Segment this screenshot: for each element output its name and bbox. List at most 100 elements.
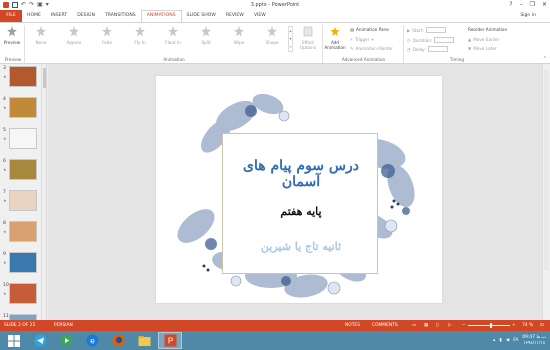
volume-icon[interactable]: ◀ — [506, 338, 509, 343]
effect-appear[interactable]: Appear — [63, 26, 85, 45]
language-indicator[interactable]: PERSIAN — [54, 323, 73, 328]
delay-spinner[interactable] — [427, 46, 448, 52]
slide-author[interactable]: ثانیه تاج یا شیرین — [223, 240, 379, 253]
start-field[interactable]: ▶ Start: — [407, 27, 446, 33]
zoom-slider-thumb[interactable] — [490, 323, 492, 328]
slide-thumbnail[interactable] — [9, 97, 37, 118]
customize-qat-icon[interactable]: ▾ — [46, 2, 49, 8]
slide-counter: SLIDE 2 OF 25 — [4, 323, 36, 328]
slide-thumbnail-number: 4 — [3, 97, 6, 102]
effect-shape[interactable]: Shape — [261, 26, 283, 45]
media-player-taskbar-icon[interactable] — [54, 332, 78, 349]
telegram-taskbar-icon[interactable] — [28, 332, 52, 349]
slide-thumbnail[interactable] — [9, 190, 37, 211]
duration-label: Duration: — [412, 37, 433, 43]
scrollbar-thumb[interactable] — [43, 68, 46, 88]
input-language[interactable]: FA — [513, 338, 518, 343]
edge-taskbar-icon[interactable]: e — [80, 332, 104, 349]
effect-options-button[interactable]: Effect Options — [296, 26, 320, 50]
media-player-icon — [60, 334, 72, 347]
slide-thumbnail[interactable] — [9, 221, 37, 242]
zoom-level[interactable]: 74 % — [522, 323, 533, 328]
ribbon-animations: Preview None Appear Fade Fly In Float In… — [0, 22, 550, 64]
reading-view-icon[interactable]: ▯ — [436, 323, 438, 328]
close-icon[interactable]: ✕ — [542, 1, 547, 8]
maximize-icon[interactable]: ❐ — [530, 1, 535, 8]
notes-button[interactable]: NOTES — [345, 323, 360, 328]
animation-painter-button[interactable]: ✎ Animation Painter — [350, 46, 393, 51]
help-icon[interactable]: ? — [509, 1, 512, 8]
add-animation-button[interactable]: Add Animation — [324, 26, 346, 50]
current-slide[interactable]: درس سوم پیام های آسمان پایه هفتم ثانیه ت… — [156, 76, 442, 303]
duration-spinner[interactable] — [434, 37, 455, 43]
start-button[interactable] — [2, 332, 26, 349]
tab-design[interactable]: DESIGN — [72, 10, 100, 22]
move-earlier-button[interactable]: ▲ Move Earlier — [468, 37, 499, 42]
move-earlier-label: Move Earlier — [473, 37, 500, 42]
scrollbar-track[interactable] — [544, 70, 549, 270]
duration-field[interactable]: ◷ Duration: — [407, 37, 455, 43]
undo-icon[interactable]: ↶ — [21, 2, 26, 8]
gallery-scroll[interactable]: ▴ ▾ ▿ — [288, 26, 293, 52]
slide-thumbnail[interactable] — [9, 283, 37, 304]
move-later-button[interactable]: ▼ Move Later — [468, 46, 497, 51]
save-icon[interactable] — [12, 2, 18, 8]
effect-wipe[interactable]: Wipe — [228, 26, 250, 45]
tab-review[interactable]: REVIEW — [221, 10, 249, 22]
slide-scrollbar[interactable] — [542, 64, 550, 320]
animation-star-icon: ★ — [3, 74, 7, 79]
normal-view-icon[interactable]: ▭ — [412, 323, 416, 328]
effect-float-in[interactable]: Float In — [162, 26, 184, 45]
fit-slide-icon[interactable]: ⊡ — [540, 323, 544, 328]
tab-slide-show[interactable]: SLIDE SHOW — [182, 10, 221, 22]
slide-grade[interactable]: پایه هفتم — [223, 205, 379, 218]
animation-pane-button[interactable]: ▤ Animation Pane — [350, 27, 389, 32]
firefox-taskbar-icon[interactable] — [106, 332, 130, 349]
effect-label: Appear — [66, 40, 82, 45]
zoom-slider[interactable] — [468, 325, 510, 326]
animation-star-icon: ★ — [3, 136, 7, 141]
title-frame[interactable]: درس سوم پیام های آسمان پایه هفتم ثانیه ت… — [222, 133, 378, 274]
tab-insert[interactable]: INSERT — [46, 10, 72, 22]
minimize-icon[interactable]: – — [520, 1, 523, 8]
star-icon — [36, 26, 46, 37]
collapse-ribbon-icon[interactable]: ⌃ — [543, 56, 547, 62]
zoom-out-icon[interactable]: − — [462, 323, 466, 328]
comments-button[interactable]: COMMENTS — [372, 323, 398, 328]
tab-view[interactable]: VIEW — [249, 10, 271, 22]
slide-thumbnail[interactable] — [9, 128, 37, 149]
tab-transitions[interactable]: TRANSITIONS — [100, 10, 141, 22]
slide-thumbnail[interactable] — [9, 159, 37, 180]
network-icon[interactable]: ▮ — [499, 338, 501, 343]
zoom-in-icon[interactable]: + — [512, 323, 516, 328]
effect-split[interactable]: Split — [195, 26, 217, 45]
file-explorer-taskbar-icon[interactable] — [132, 332, 156, 349]
slide-sorter-icon[interactable]: ▦ — [424, 323, 428, 328]
trigger-button[interactable]: ⚡ Trigger ▾ — [350, 37, 374, 42]
redo-icon[interactable]: ↷ — [29, 2, 34, 8]
animation-pane-icon: ▤ — [350, 27, 354, 32]
preview-label: Preview — [3, 40, 21, 45]
slide-thumbnail-number: 9 — [3, 252, 6, 257]
taskbar-clock[interactable]: 09:47 ب.ظ ۱۳۹۸/۱۱/۱۸ — [522, 335, 546, 347]
telegram-icon — [34, 334, 46, 347]
effect-none[interactable]: None — [30, 26, 52, 45]
slide-title[interactable]: درس سوم پیام های آسمان — [223, 158, 379, 190]
sign-in-link[interactable]: Sign in — [520, 13, 536, 18]
tab-animations[interactable]: ANIMATIONS — [140, 10, 182, 22]
slide-thumbnail[interactable] — [9, 66, 37, 87]
slide-show-icon[interactable]: ▷ — [448, 323, 451, 328]
tab-file[interactable]: FILE — [0, 10, 22, 22]
powerpoint-taskbar-icon[interactable]: P — [158, 332, 182, 349]
start-dropdown[interactable] — [425, 27, 446, 33]
preview-button[interactable]: Preview — [3, 26, 21, 45]
delay-field[interactable]: ◔ Delay: — [407, 46, 448, 52]
slide-thumbnail[interactable] — [9, 252, 37, 273]
thumbnail-scrollbar[interactable] — [41, 64, 46, 320]
start-from-beginning-icon[interactable]: ▣ — [37, 2, 43, 8]
effect-fade[interactable]: Fade — [96, 26, 118, 45]
effect-options-label: Effect Options — [299, 40, 317, 50]
show-hidden-icons-icon[interactable]: ▴ — [493, 338, 495, 343]
effect-fly-in[interactable]: Fly In — [129, 26, 151, 45]
tab-home[interactable]: HOME — [22, 10, 46, 22]
